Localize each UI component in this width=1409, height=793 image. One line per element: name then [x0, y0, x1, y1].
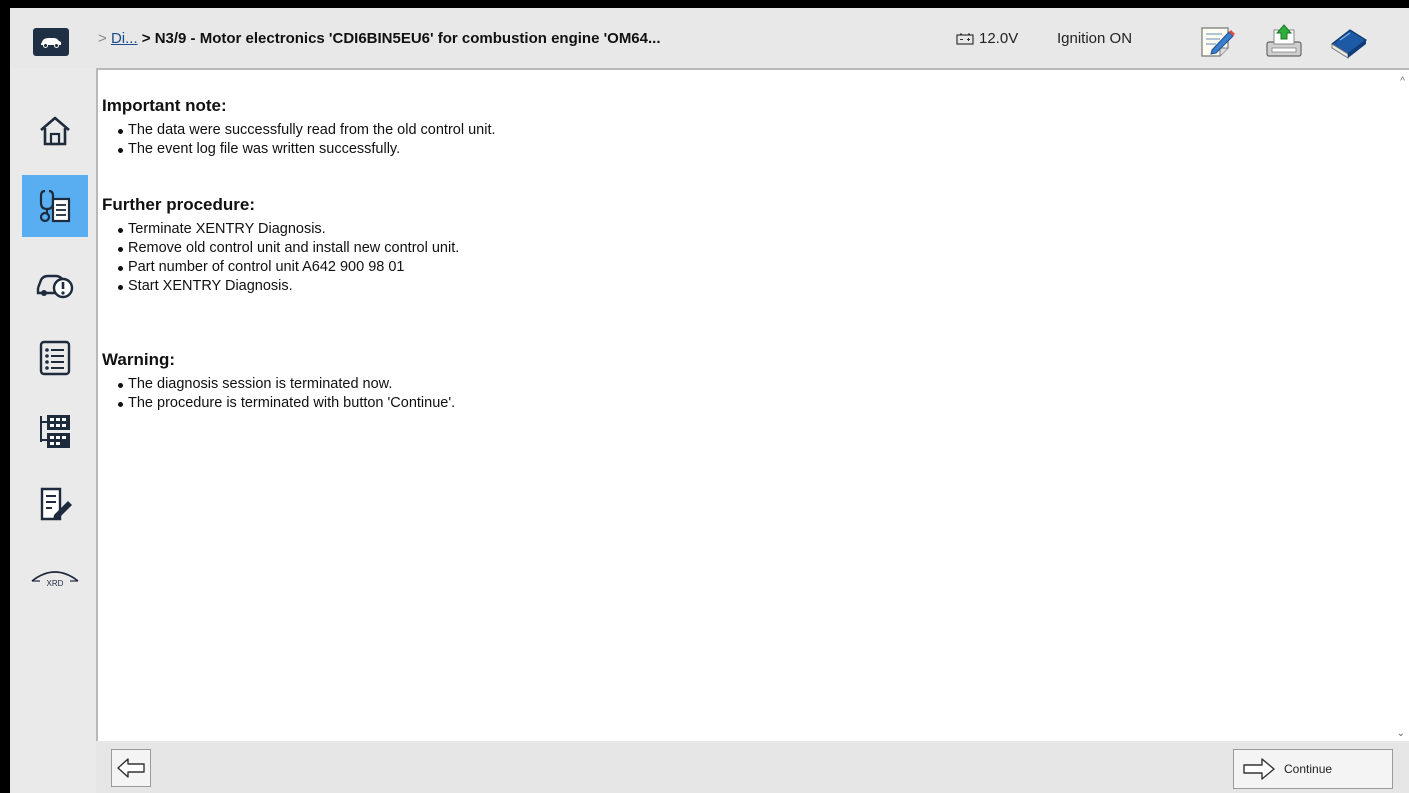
diagnosis-clipboard-icon — [39, 189, 71, 223]
section-title: Further procedure: — [102, 195, 256, 214]
scroll-down-arrow[interactable]: ⌄ — [1397, 728, 1405, 739]
section-further-procedure: Further procedure: Terminate XENTRY Diag… — [102, 195, 459, 296]
edit-tool-icon — [40, 487, 72, 521]
section-title: Important note: — [102, 96, 227, 115]
section-warning: Warning: The diagnosis session is termin… — [102, 350, 455, 413]
breadcrumb-separator: > — [98, 30, 107, 47]
arrow-left-icon — [117, 758, 145, 778]
breadcrumb-current: > N3/9 - Motor electronics 'CDI6BIN5EU6'… — [141, 30, 661, 47]
header-bar: > Di... > N3/9 - Motor electronics 'CDI6… — [10, 8, 1409, 68]
section-important-note: Important note: The data were successful… — [102, 96, 496, 159]
sidebar-item-home[interactable] — [22, 100, 88, 162]
control-units-icon — [40, 415, 70, 448]
section-title: Warning: — [102, 350, 176, 369]
vehicle-button[interactable] — [33, 28, 69, 56]
continue-button[interactable]: Continue — [1233, 749, 1393, 789]
sidebar-item-vehicle-warning[interactable] — [22, 254, 88, 316]
bullet-list: The data were successfully read from the… — [102, 121, 496, 159]
continue-label: Continue — [1284, 762, 1333, 776]
sidebar-item-diagnosis[interactable] — [22, 175, 88, 237]
voltage-value: 12.0V — [979, 30, 1019, 47]
list-item: The diagnosis session is terminated now. — [118, 375, 455, 394]
main-content: Important note: The data were successful… — [96, 68, 1409, 741]
sidebar-item-edit[interactable] — [22, 473, 88, 535]
list-item: Part number of control unit A642 900 98 … — [118, 258, 459, 277]
printer-upload-icon — [1266, 24, 1302, 57]
breadcrumb-link-diagnosis[interactable]: Di... — [111, 30, 138, 47]
back-button[interactable] — [111, 749, 151, 787]
vehicle-warning-icon — [36, 274, 74, 299]
list-item: Remove old control unit and install new … — [118, 239, 459, 258]
car-icon — [41, 38, 61, 48]
sidebar-item-xrd[interactable]: XRD — [22, 545, 88, 607]
sidebar-item-control-units[interactable] — [22, 401, 88, 463]
notepad-pen-icon — [1201, 27, 1235, 57]
home-icon — [40, 116, 70, 146]
help-book-button[interactable] — [1328, 22, 1368, 60]
battery-voltage: 12.0V — [956, 30, 1018, 47]
list-item: Terminate XENTRY Diagnosis. — [118, 220, 459, 239]
list-item: The event log file was written successfu… — [118, 140, 496, 159]
arrow-right-icon — [1243, 758, 1275, 780]
footer-bar: Continue — [96, 741, 1409, 793]
xrd-label: XRD — [46, 578, 64, 588]
print-upload-button[interactable] — [1264, 22, 1302, 60]
scroll-up-arrow[interactable]: ^ — [1400, 76, 1405, 87]
sidebar-item-list[interactable] — [22, 327, 88, 389]
list-icon — [39, 340, 71, 376]
ignition-status: Ignition ON — [1057, 30, 1133, 47]
bullet-list: The diagnosis session is terminated now.… — [102, 375, 455, 413]
book-icon — [1330, 29, 1368, 59]
notepad-button[interactable] — [1198, 22, 1236, 60]
list-item: Start XENTRY Diagnosis. — [118, 277, 459, 296]
list-item: The data were successfully read from the… — [118, 121, 496, 140]
sidebar: XRD — [10, 68, 96, 793]
battery-icon — [956, 33, 974, 45]
breadcrumb: > Di... > N3/9 - Motor electronics 'CDI6… — [98, 30, 661, 47]
bullet-list: Terminate XENTRY Diagnosis. Remove old c… — [102, 220, 459, 296]
app-window: > Di... > N3/9 - Motor electronics 'CDI6… — [10, 8, 1409, 793]
list-item: The procedure is terminated with button … — [118, 394, 455, 413]
